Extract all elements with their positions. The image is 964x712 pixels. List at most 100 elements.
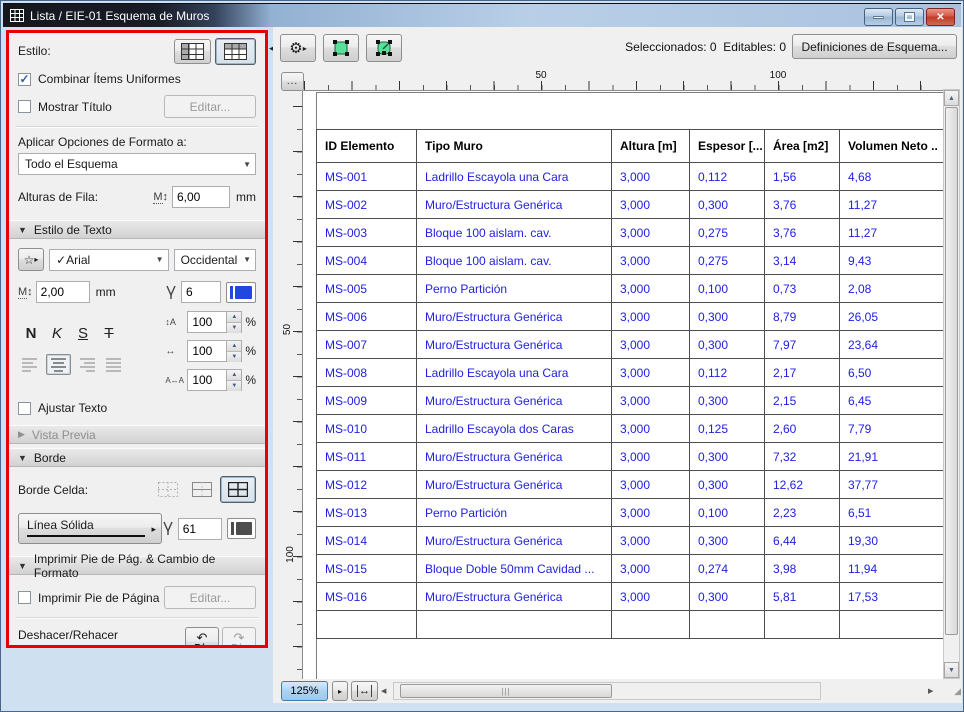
table-cell[interactable]: 6,45 (840, 387, 946, 415)
char-spacing-input[interactable] (187, 369, 227, 391)
show-title-checkbox[interactable] (18, 100, 31, 113)
table-cell[interactable]: 2,15 (765, 387, 840, 415)
table-row[interactable]: MS-009Muro/Estructura Genérica3,0000,300… (317, 387, 946, 415)
table-cell[interactable]: MS-004 (317, 247, 417, 275)
scroll-down-icon[interactable]: ▼ (944, 662, 959, 678)
table-cell[interactable]: MS-015 (317, 555, 417, 583)
table-cell[interactable]: 2,08 (840, 275, 946, 303)
close-button[interactable]: ✕ (926, 8, 955, 26)
table-cell[interactable]: Ladrillo Escayola una Cara (417, 163, 612, 191)
table-cell[interactable]: 3,000 (612, 247, 690, 275)
table-cell[interactable]: 0,100 (690, 275, 765, 303)
schedule-canvas[interactable]: ID ElementoTipo MuroAltura [m]Espesor [.… (303, 91, 945, 679)
table-cell[interactable]: 3,000 (612, 219, 690, 247)
zoom-level-button[interactable]: 125% (281, 681, 328, 701)
table-cell[interactable]: 3,000 (612, 415, 690, 443)
table-cell[interactable]: MS-001 (317, 163, 417, 191)
table-cell[interactable]: 3,14 (765, 247, 840, 275)
line-spacing-spinner[interactable]: ▲▼ (227, 311, 242, 333)
fit-width-button[interactable]: ↔ (351, 681, 378, 701)
column-header[interactable]: Altura [m] (612, 130, 690, 163)
table-cell[interactable]: MS-013 (317, 499, 417, 527)
table-row[interactable]: MS-011Muro/Estructura Genérica3,0000,300… (317, 443, 946, 471)
edit-title-button[interactable]: Editar... (164, 95, 256, 118)
table-cell[interactable]: MS-005 (317, 275, 417, 303)
table-cell[interactable] (317, 611, 417, 639)
table-cell[interactable]: MS-006 (317, 303, 417, 331)
border-pen-color-button[interactable] (227, 518, 256, 539)
table-cell[interactable]: MS-014 (317, 527, 417, 555)
script-dropdown[interactable]: Occidental ▼ (174, 249, 256, 271)
zoom-flyout-button[interactable]: ▸ (332, 681, 348, 701)
table-row[interactable]: MS-016Muro/Estructura Genérica3,0000,300… (317, 583, 946, 611)
table-cell[interactable]: 3,000 (612, 331, 690, 359)
schedule-table[interactable]: ID ElementoTipo MuroAltura [m]Espesor [.… (316, 129, 945, 639)
table-cell[interactable]: 2,60 (765, 415, 840, 443)
table-row[interactable] (317, 611, 946, 639)
table-cell[interactable]: 2,17 (765, 359, 840, 387)
table-cell[interactable]: 3,000 (612, 499, 690, 527)
scroll-left-icon[interactable]: ◀ (381, 681, 393, 701)
table-cell[interactable]: 4,68 (840, 163, 946, 191)
table-cell[interactable]: 3,000 (612, 359, 690, 387)
select-region-button[interactable] (323, 34, 359, 62)
table-cell[interactable]: MS-007 (317, 331, 417, 359)
table-cell[interactable]: 0,125 (690, 415, 765, 443)
table-cell[interactable]: 0,300 (690, 331, 765, 359)
text-pen-input[interactable] (181, 281, 221, 303)
table-row[interactable]: MS-008Ladrillo Escayola una Cara3,0000,1… (317, 359, 946, 387)
table-cell[interactable]: 7,32 (765, 443, 840, 471)
table-cell[interactable]: 0,275 (690, 219, 765, 247)
table-row[interactable]: MS-007Muro/Estructura Genérica3,0000,300… (317, 331, 946, 359)
border-pen-input[interactable] (178, 518, 222, 540)
vertical-scroll-thumb[interactable] (945, 107, 958, 635)
section-preview[interactable]: ▶Vista Previa (9, 425, 265, 444)
redo-format-button[interactable]: ↷ B/– (222, 627, 256, 648)
combine-items-checkbox[interactable]: ✓ (18, 73, 31, 86)
horizontal-scrollbar[interactable]: ||| (393, 682, 821, 700)
table-cell[interactable] (690, 611, 765, 639)
table-cell[interactable]: Bloque 100 aislam. cav. (417, 247, 612, 275)
horizontal-ruler[interactable]: 50 100 (303, 69, 944, 91)
table-cell[interactable]: 7,97 (765, 331, 840, 359)
table-cell[interactable]: 0,300 (690, 471, 765, 499)
char-width-spinner[interactable]: ▲▼ (227, 340, 242, 362)
table-cell[interactable]: MS-002 (317, 191, 417, 219)
title-bar[interactable]: Lista / EIE-01 Esquema de Muros ✕ (3, 3, 961, 27)
table-cell[interactable]: 0,300 (690, 583, 765, 611)
line-spacing-input[interactable] (187, 311, 227, 333)
italic-button[interactable]: K (44, 325, 70, 342)
table-cell[interactable]: 7,79 (840, 415, 946, 443)
table-cell[interactable]: Bloque 100 aislam. cav. (417, 219, 612, 247)
table-cell[interactable]: 0,300 (690, 527, 765, 555)
text-pen-color-button[interactable] (226, 282, 256, 303)
resize-grip[interactable]: ◢ (947, 688, 961, 702)
line-type-dropdown[interactable]: Línea Sólida ▸ (18, 513, 162, 544)
vertical-scrollbar[interactable]: ▲ ▼ (943, 89, 960, 679)
maximize-button[interactable] (895, 8, 924, 26)
table-cell[interactable] (417, 611, 612, 639)
table-cell[interactable]: 0,112 (690, 163, 765, 191)
underline-button[interactable]: S (70, 325, 96, 342)
horizontal-scroll-thumb[interactable]: ||| (400, 684, 612, 698)
table-cell[interactable]: 3,000 (612, 583, 690, 611)
table-cell[interactable]: 2,23 (765, 499, 840, 527)
table-cell[interactable]: 0,100 (690, 499, 765, 527)
table-cell[interactable]: MS-009 (317, 387, 417, 415)
table-cell[interactable]: 3,000 (612, 527, 690, 555)
table-cell[interactable]: 3,76 (765, 191, 840, 219)
table-row[interactable]: MS-001Ladrillo Escayola una Cara3,0000,1… (317, 163, 946, 191)
table-cell[interactable]: 3,000 (612, 387, 690, 415)
vertical-ruler[interactable]: 50 100 (281, 91, 303, 679)
apply-format-dropdown[interactable]: Todo el Esquema ▼ (18, 153, 256, 175)
column-header[interactable]: ID Elemento (317, 130, 417, 163)
table-cell[interactable]: Muro/Estructura Genérica (417, 443, 612, 471)
table-cell[interactable]: 0,300 (690, 303, 765, 331)
table-row[interactable]: MS-015Bloque Doble 50mm Cavidad ...3,000… (317, 555, 946, 583)
table-row[interactable]: MS-004Bloque 100 aislam. cav.3,0000,2753… (317, 247, 946, 275)
table-cell[interactable]: 0,112 (690, 359, 765, 387)
table-cell[interactable]: 11,27 (840, 219, 946, 247)
table-cell[interactable]: 26,05 (840, 303, 946, 331)
ruler-options-button[interactable]: ... (281, 72, 304, 91)
table-row[interactable]: MS-006Muro/Estructura Genérica3,0000,300… (317, 303, 946, 331)
